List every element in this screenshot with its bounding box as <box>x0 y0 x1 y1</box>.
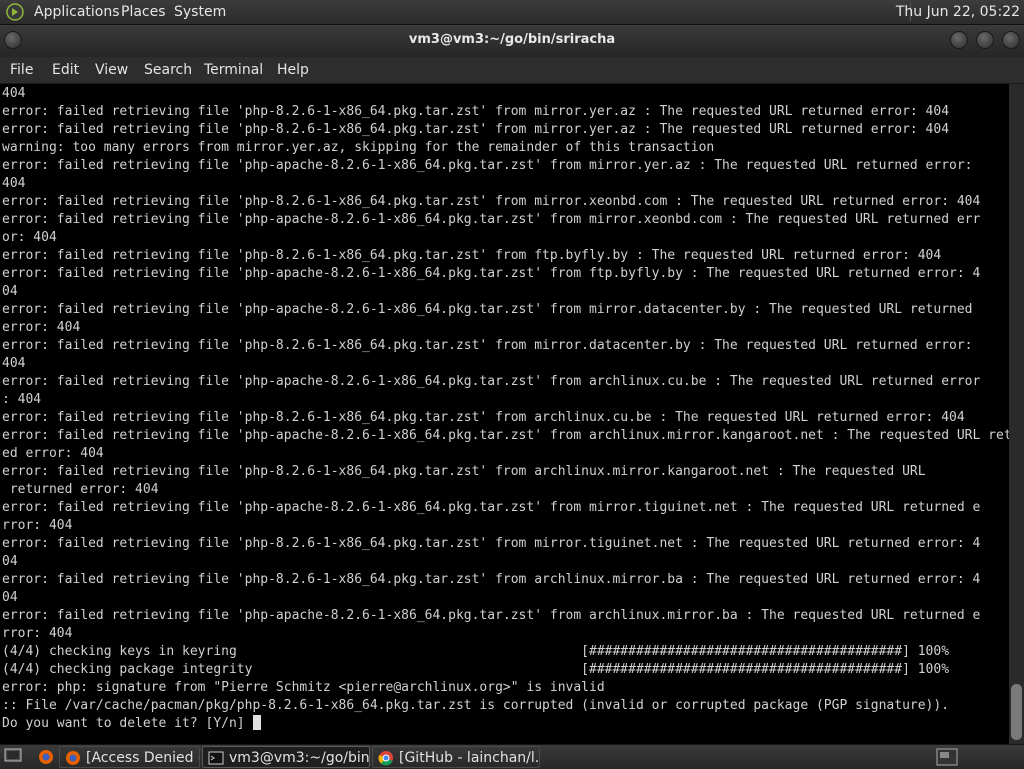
maximize-button[interactable] <box>976 31 994 49</box>
terminal-line: error: failed retrieving file 'php-apach… <box>2 158 973 173</box>
applications-menu[interactable]: Applications <box>34 0 120 24</box>
menu-edit[interactable]: Edit <box>52 57 79 83</box>
terminal-line: rror: 404 <box>2 518 73 533</box>
terminal-line: (4/4) checking keys in keyring [########… <box>2 644 950 659</box>
terminal-line: error: failed retrieving file 'php-8.2.6… <box>2 536 981 551</box>
terminal-line: rror: 404 <box>2 626 73 641</box>
terminal-line: error: failed retrieving file 'php-apach… <box>2 500 981 515</box>
terminal-line: Do you want to delete it? [Y/n] <box>2 715 1009 733</box>
task-label: [GitHub - lainchan/l... <box>399 750 540 766</box>
terminal-line: error: failed retrieving file 'php-8.2.6… <box>2 248 942 263</box>
terminal-line: or: 404 <box>2 230 57 245</box>
terminal-line: error: failed retrieving file 'php-8.2.6… <box>2 410 965 425</box>
terminal-line: 404 <box>2 356 26 371</box>
scrollbar-thumb[interactable] <box>1011 684 1022 740</box>
terminal-line: error: 404 <box>2 320 81 335</box>
terminal-cursor <box>253 715 262 730</box>
system-menu[interactable]: System <box>174 0 226 24</box>
terminal-line: error: failed retrieving file 'php-8.2.6… <box>2 464 926 479</box>
chrome-icon <box>378 751 393 766</box>
terminal-icon <box>208 751 224 765</box>
menu-help[interactable]: Help <box>277 57 309 83</box>
terminal-scrollbar[interactable] <box>1009 84 1024 744</box>
terminal-menubar: File Edit View Search Terminal Help <box>0 57 1024 83</box>
distro-logo-icon[interactable] <box>6 3 24 21</box>
top-panel: Applications Places System Thu Jun 22, 0… <box>0 0 1024 25</box>
terminal-line: error: failed retrieving file 'php-apach… <box>2 608 981 623</box>
show-desktop-icon[interactable] <box>4 748 22 764</box>
firefox-launcher-icon[interactable] <box>38 749 54 765</box>
task-label: [Access Denied — M... <box>86 750 199 766</box>
places-menu[interactable]: Places <box>121 0 166 24</box>
window-titlebar[interactable]: vm3@vm3:~/go/bin/sriracha <box>0 25 1024 57</box>
terminal-line: error: failed retrieving file 'php-8.2.6… <box>2 104 950 119</box>
terminal-line: error: failed retrieving file 'php-apach… <box>2 428 1009 443</box>
menu-search[interactable]: Search <box>144 57 192 83</box>
terminal-output[interactable]: 404 error: failed retrieving file 'php-8.… <box>0 84 1009 744</box>
terminal-line: error: failed retrieving file 'php-8.2.6… <box>2 338 973 353</box>
terminal-line: 04 <box>2 590 18 605</box>
terminal-lines: 404 error: failed retrieving file 'php-8.… <box>2 85 1009 733</box>
close-button[interactable] <box>1002 31 1020 49</box>
terminal-line: error: failed retrieving file 'php-apach… <box>2 374 981 389</box>
terminal-line: returned error: 404 <box>2 482 159 497</box>
terminal-line: error: failed retrieving file 'php-8.2.6… <box>2 194 981 209</box>
terminal-line: (4/4) checking package integrity [######… <box>2 662 950 677</box>
menu-file[interactable]: File <box>10 57 33 83</box>
terminal-line: 404 <box>2 176 26 191</box>
menu-terminal[interactable]: Terminal <box>204 57 263 83</box>
terminal-line: error: failed retrieving file 'php-apach… <box>2 302 973 317</box>
task-chrome-window[interactable]: [GitHub - lainchan/l... <box>372 746 540 768</box>
task-label: vm3@vm3:~/go/bin... <box>229 750 370 766</box>
task-terminal-window[interactable]: vm3@vm3:~/go/bin... <box>202 746 370 768</box>
terminal-line: 404 <box>2 86 26 101</box>
terminal-line: 04 <box>2 284 18 299</box>
bottom-taskbar: [Access Denied — M... vm3@vm3:~/go/bin..… <box>0 744 1024 769</box>
terminal-line: :: File /var/cache/pacman/pkg/php-8.2.6-… <box>2 698 950 713</box>
terminal-line: error: failed retrieving file 'php-apach… <box>2 266 981 281</box>
terminal-line: error: failed retrieving file 'php-apach… <box>2 212 981 227</box>
terminal-line: 04 <box>2 554 18 569</box>
task-firefox-window[interactable]: [Access Denied — M... <box>59 746 200 768</box>
terminal-line: : 404 <box>2 392 42 407</box>
terminal-line: ed error: 404 <box>2 446 104 461</box>
terminal-line: error: php: signature from "Pierre Schmi… <box>2 680 605 695</box>
menu-view[interactable]: View <box>95 57 128 83</box>
workspace-switcher-icon[interactable] <box>936 748 958 766</box>
terminal-line: error: failed retrieving file 'php-8.2.6… <box>2 122 950 137</box>
window-title: vm3@vm3:~/go/bin/sriracha <box>408 32 616 47</box>
minimize-button[interactable] <box>950 31 968 49</box>
terminal-line: error: failed retrieving file 'php-8.2.6… <box>2 572 981 587</box>
clock[interactable]: Thu Jun 22, 05:22 <box>896 0 1020 24</box>
firefox-icon <box>66 751 80 765</box>
terminal-line: warning: too many errors from mirror.yer… <box>2 140 715 155</box>
